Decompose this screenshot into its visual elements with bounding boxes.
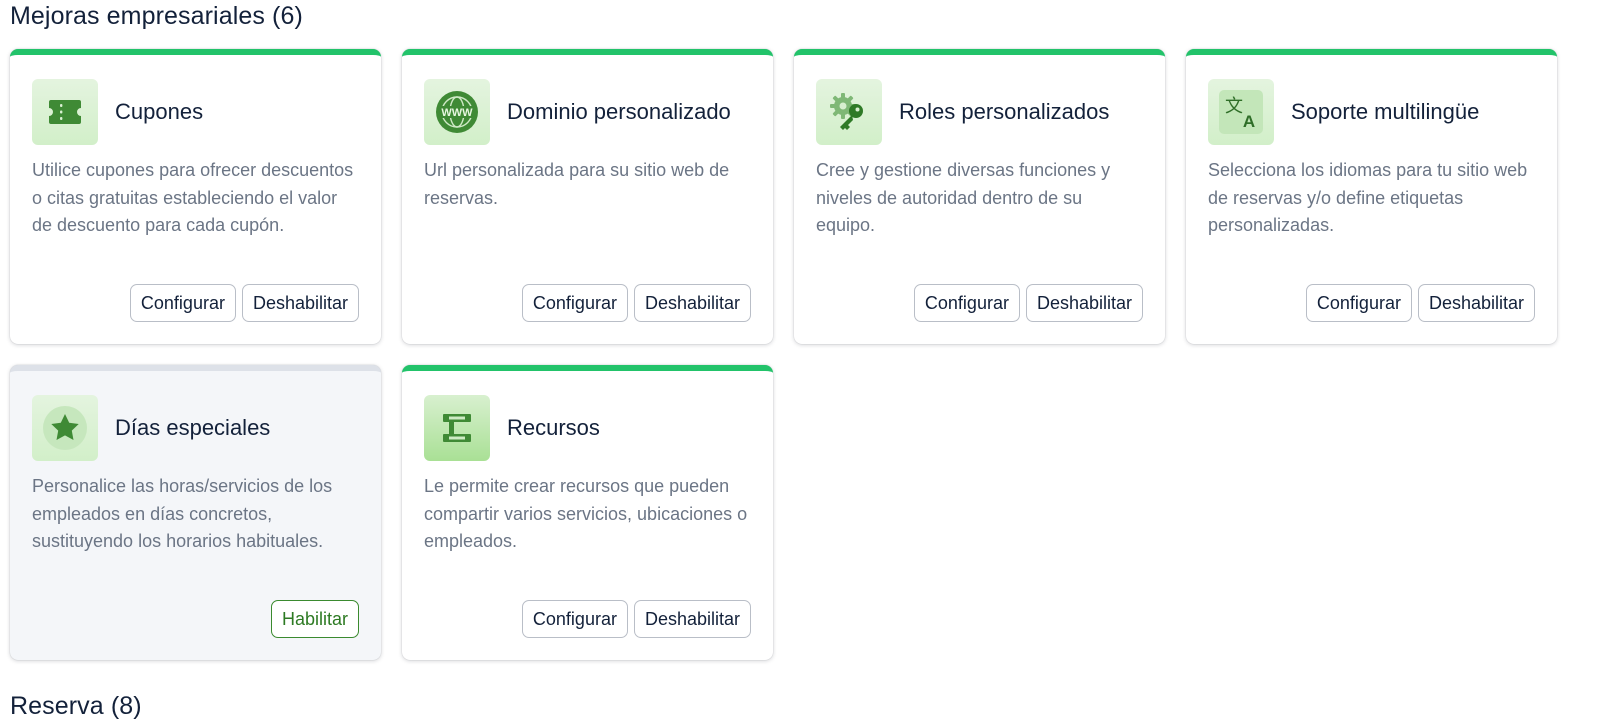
globe-www-icon: WWW — [424, 79, 490, 145]
card-actions: Configurar Deshabilitar — [521, 284, 751, 322]
card-actions: Configurar Deshabilitar — [1305, 284, 1535, 322]
card-header: Días especiales — [32, 395, 359, 461]
card-actions: Configurar Deshabilitar — [521, 600, 751, 638]
card-header: Roles personalizados — [816, 79, 1143, 145]
disable-button[interactable]: Deshabilitar — [1417, 284, 1535, 322]
card-header: Cupones — [32, 79, 359, 145]
section-title-booking: Reserva (8) — [10, 692, 142, 720]
upgrades-grid: Cupones Utilice cupones para ofrecer des… — [10, 49, 1557, 660]
card-title: Soporte multilingüe — [1291, 99, 1480, 124]
card-dias-especiales: Días especiales Personalice las horas/se… — [10, 365, 381, 660]
card-description: Cree y gestione diversas funciones y niv… — [816, 160, 1111, 235]
gear-key-icon — [816, 79, 882, 145]
svg-text:文: 文 — [1225, 96, 1243, 117]
card-header: Recursos — [424, 395, 751, 461]
card-cupones: Cupones Utilice cupones para ofrecer des… — [10, 49, 381, 344]
card-header: WWW Dominio personalizado — [424, 79, 751, 145]
card-title: Dominio personalizado — [507, 99, 731, 124]
card-title: Cupones — [115, 99, 204, 124]
card-title: Días especiales — [115, 415, 271, 440]
configure-button[interactable]: Configurar — [913, 284, 1020, 322]
card-soporte-multilingue: 文 A Soporte multilingüe Selecciona los i… — [1186, 49, 1557, 344]
configure-button[interactable]: Configurar — [1305, 284, 1412, 322]
card-dominio-personalizado: WWW Dominio personalizado Url personaliz… — [402, 49, 773, 344]
translate-icon: 文 A — [1208, 79, 1274, 145]
card-roles-personalizados: Roles personalizados Cree y gestione div… — [794, 49, 1165, 344]
card-title: Recursos — [507, 415, 600, 440]
card-description: Url personalizada para su sitio web de r… — [424, 160, 730, 208]
disable-button[interactable]: Deshabilitar — [633, 600, 751, 638]
card-header: 文 A Soporte multilingüe — [1208, 79, 1535, 145]
resources-icon — [424, 395, 490, 461]
disable-button[interactable]: Deshabilitar — [1025, 284, 1143, 322]
svg-text:A: A — [1243, 112, 1255, 131]
enable-button[interactable]: Habilitar — [270, 600, 359, 638]
card-description: Utilice cupones para ofrecer descuentos … — [32, 160, 354, 235]
card-description: Le permite crear recursos que pueden com… — [424, 476, 748, 551]
configure-button[interactable]: Configurar — [129, 284, 236, 322]
card-description: Personalice las horas/servicios de los e… — [32, 476, 333, 551]
configure-button[interactable]: Configurar — [521, 600, 628, 638]
disable-button[interactable]: Deshabilitar — [633, 284, 751, 322]
svg-text:WWW: WWW — [441, 107, 473, 119]
card-title: Roles personalizados — [899, 99, 1110, 124]
configure-button[interactable]: Configurar — [521, 284, 628, 322]
section-title-business-upgrades: Mejoras empresariales (6) — [10, 2, 303, 30]
card-actions: Configurar Deshabilitar — [129, 284, 359, 322]
disable-button[interactable]: Deshabilitar — [241, 284, 359, 322]
star-icon — [32, 395, 98, 461]
card-description: Selecciona los idiomas para tu sitio web… — [1208, 160, 1528, 235]
card-recursos: Recursos Le permite crear recursos que p… — [402, 365, 773, 660]
card-actions: Configurar Deshabilitar — [913, 284, 1143, 322]
card-actions: Habilitar — [270, 600, 359, 638]
ticket-icon — [32, 79, 98, 145]
